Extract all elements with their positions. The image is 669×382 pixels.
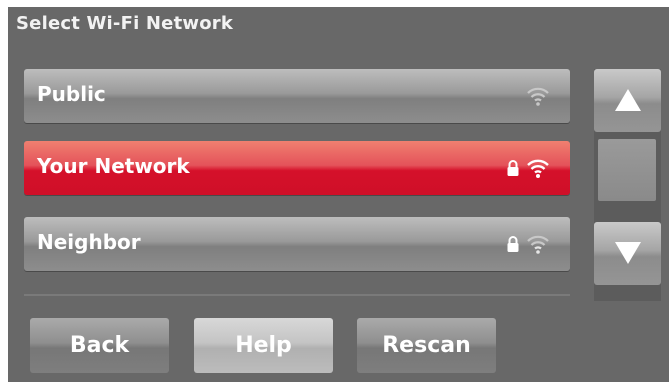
network-item-neighbor[interactable]: Neighbor <box>24 217 570 271</box>
triangle-up-icon <box>615 89 641 111</box>
scroll-up-button[interactable] <box>594 69 661 132</box>
triangle-down-icon <box>615 242 641 264</box>
help-button[interactable]: Help <box>194 318 333 373</box>
wifi-weak-icon <box>527 235 549 254</box>
lock-icon <box>507 236 519 252</box>
wifi-weak-icon <box>527 87 549 106</box>
scroll-thumb[interactable] <box>598 139 656 201</box>
back-button[interactable]: Back <box>30 318 169 373</box>
list-divider <box>24 294 570 296</box>
network-item-public[interactable]: Public <box>24 69 570 123</box>
network-name: Your Network <box>37 154 190 178</box>
network-name: Neighbor <box>37 230 141 254</box>
thermostat-screen: Select Wi-Fi Network Public Your Network <box>8 7 669 382</box>
lock-icon <box>507 160 519 176</box>
rescan-button[interactable]: Rescan <box>357 318 496 373</box>
wifi-strong-icon <box>527 159 549 178</box>
network-item-your-network[interactable]: Your Network <box>24 141 570 195</box>
scroll-down-button[interactable] <box>594 222 661 285</box>
network-name: Public <box>37 82 106 106</box>
page-title: Select Wi-Fi Network <box>16 13 234 34</box>
